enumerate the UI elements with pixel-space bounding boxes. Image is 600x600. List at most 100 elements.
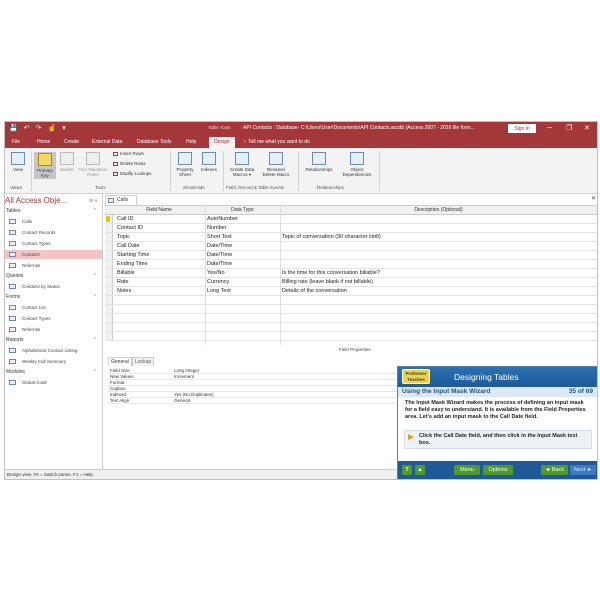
view-button[interactable]: View	[9, 152, 27, 172]
test-validation-rules-button[interactable]: Test Validation Rules	[78, 152, 108, 177]
table-row[interactable]: Call Date Date/Time	[105, 242, 597, 251]
nav-section-tables[interactable]: Tables ⌃	[6, 208, 100, 214]
data-type-cell[interactable]: Currency	[207, 278, 229, 287]
table-row[interactable]: Billable Yes/No Is the time for this conve…	[105, 269, 597, 278]
data-type-cell[interactable]: Number	[207, 224, 227, 233]
field-name-cell[interactable]: Contact ID	[117, 224, 143, 233]
table-row[interactable]: Notes Long Text Details of the conversatio…	[105, 287, 597, 296]
customize-qat-icon[interactable]: ▾	[62, 124, 66, 134]
nav-menu-icon[interactable]: ⊙	[89, 198, 93, 204]
property-sheet-button[interactable]: Property Sheet	[173, 152, 197, 177]
row-selector[interactable]	[105, 269, 113, 277]
modify-lookups-button[interactable]: Modify Lookups	[113, 171, 152, 176]
nav-section-modules[interactable]: Modules ⌃	[6, 369, 100, 375]
row-selector[interactable]	[105, 287, 113, 295]
nav-item-global-code[interactable]: Global Code	[5, 378, 102, 387]
row-selector[interactable]	[105, 242, 113, 250]
row-selector[interactable]	[105, 332, 113, 340]
table-row-empty[interactable]	[105, 314, 597, 323]
close-icon[interactable]: ✕	[584, 124, 590, 133]
row-selector[interactable]	[105, 323, 113, 331]
create-data-macros-button[interactable]: Create Data Macros ▾	[226, 152, 258, 177]
description-cell[interactable]: Topic of conversation (30 character limi…	[282, 233, 381, 242]
nav-item-alphabetical-contact-listing[interactable]: Alphabetical Contact Listing	[5, 346, 102, 355]
tab-external-data[interactable]: External Data	[92, 138, 122, 147]
row-selector[interactable]	[105, 305, 113, 313]
property-row[interactable]: Text Align General	[108, 398, 398, 404]
nav-item-weekly-call-summary[interactable]: Weekly Call Summary	[5, 357, 102, 366]
tell-me-search[interactable]: ♀ Tell me what you want to do	[243, 138, 310, 147]
nav-item-contact-types[interactable]: Contact Types	[5, 239, 102, 248]
redo-icon[interactable]: ↷	[36, 124, 42, 134]
table-row[interactable]: Ending Time Date/Time	[105, 260, 597, 269]
field-name-cell[interactable]: Ending Time	[117, 260, 148, 269]
tab-help[interactable]: Help	[186, 138, 196, 147]
table-row-empty[interactable]	[105, 323, 597, 332]
field-name-cell[interactable]: Call Date	[117, 242, 140, 251]
nav-item-contact-list[interactable]: Contact List	[5, 303, 102, 312]
back-button[interactable]: ◄ Back	[541, 465, 568, 475]
close-document-icon[interactable]: ✕	[591, 195, 596, 202]
data-type-cell[interactable]: Short Text	[207, 233, 232, 242]
options-button[interactable]: Options	[483, 465, 513, 475]
nav-item-contacts-by-status[interactable]: Contacts by Status	[5, 282, 102, 291]
field-name-cell[interactable]: Rate	[117, 278, 129, 287]
nav-section-queries[interactable]: Queries ⌃	[6, 273, 100, 279]
restore-icon[interactable]: ❐	[566, 124, 572, 133]
row-selector[interactable]	[105, 224, 113, 232]
nav-section-reports[interactable]: Reports ⌃	[6, 337, 100, 343]
field-name-cell[interactable]: Starting Time	[117, 251, 149, 260]
row-selector[interactable]	[105, 314, 113, 322]
description-cell[interactable]: Billing rate (leave blank if not billabl…	[282, 278, 373, 287]
nav-item-calls[interactable]: Calls	[5, 217, 102, 226]
tab-design[interactable]: Design	[209, 137, 235, 148]
row-selector[interactable]	[105, 260, 113, 268]
nav-item-contact-types-form[interactable]: Contact Types	[5, 314, 102, 323]
field-name-cell[interactable]: Call ID	[117, 215, 134, 224]
tab-home[interactable]: Home	[37, 138, 50, 147]
object-dependencies-button[interactable]: Object Dependencies	[338, 152, 376, 177]
table-row[interactable]: Call ID AutoNumber	[105, 215, 597, 224]
primary-key-button[interactable]: Primary Key	[34, 152, 56, 179]
text-toggle-button[interactable]: T	[402, 465, 412, 475]
insert-rows-button[interactable]: Insert Rows	[113, 151, 144, 156]
table-row-empty[interactable]	[105, 332, 597, 341]
menu-button[interactable]: Menu	[454, 465, 480, 475]
nav-item-referrals-form[interactable]: Referrals	[5, 325, 102, 334]
delete-rows-button[interactable]: Delete Rows	[113, 161, 146, 166]
undo-icon[interactable]: ↶	[24, 124, 30, 134]
property-value[interactable]: General	[174, 398, 190, 404]
sign-in-button[interactable]: Sign in	[508, 124, 536, 133]
tab-lookup[interactable]: Lookup	[131, 357, 155, 366]
save-icon[interactable]: 💾	[9, 124, 18, 134]
table-row[interactable]: Topic Short Text Topic of conversation (30…	[105, 233, 597, 242]
rename-delete-macro-button[interactable]: Rename/ Delete Macro	[260, 152, 292, 177]
tab-file[interactable]: File	[12, 138, 20, 147]
row-selector[interactable]	[105, 278, 113, 286]
nav-item-contacts[interactable]: Contacts	[5, 250, 102, 259]
row-selector[interactable]	[105, 233, 113, 241]
table-row[interactable]: Starting Time Date/Time	[105, 251, 597, 260]
table-row[interactable]: Contact ID Number	[105, 224, 597, 233]
nav-item-referrals[interactable]: Referrals	[5, 261, 102, 270]
tab-database-tools[interactable]: Database Tools	[137, 138, 171, 147]
tab-general[interactable]: General	[108, 357, 132, 366]
row-selector[interactable]	[105, 251, 113, 259]
description-cell[interactable]: Details of the conversation	[282, 287, 347, 296]
field-name-cell[interactable]: Topic	[117, 233, 130, 242]
relationships-button[interactable]: Relationships	[302, 152, 336, 172]
indexes-button[interactable]: Indexes	[199, 152, 219, 172]
builder-button[interactable]: Builder	[58, 152, 76, 172]
data-type-cell[interactable]: AutoNumber	[207, 215, 238, 224]
data-type-cell[interactable]: Date/Time	[207, 260, 232, 269]
nav-section-forms[interactable]: Forms ⌃	[6, 294, 100, 300]
data-type-cell[interactable]: Date/Time	[207, 242, 232, 251]
table-row[interactable]: Rate Currency Billing rate (leave blank if…	[105, 278, 597, 287]
description-cell[interactable]: Is the time for this conversation billab…	[282, 269, 380, 278]
field-name-cell[interactable]: Notes	[117, 287, 131, 296]
data-type-cell[interactable]: Long Text	[207, 287, 231, 296]
touch-mode-icon[interactable]: ☝	[47, 124, 56, 134]
nav-pane-title[interactable]: All Access Obje...	[5, 196, 67, 205]
table-row-empty[interactable]	[105, 296, 597, 305]
data-type-cell[interactable]: Yes/No	[207, 269, 225, 278]
